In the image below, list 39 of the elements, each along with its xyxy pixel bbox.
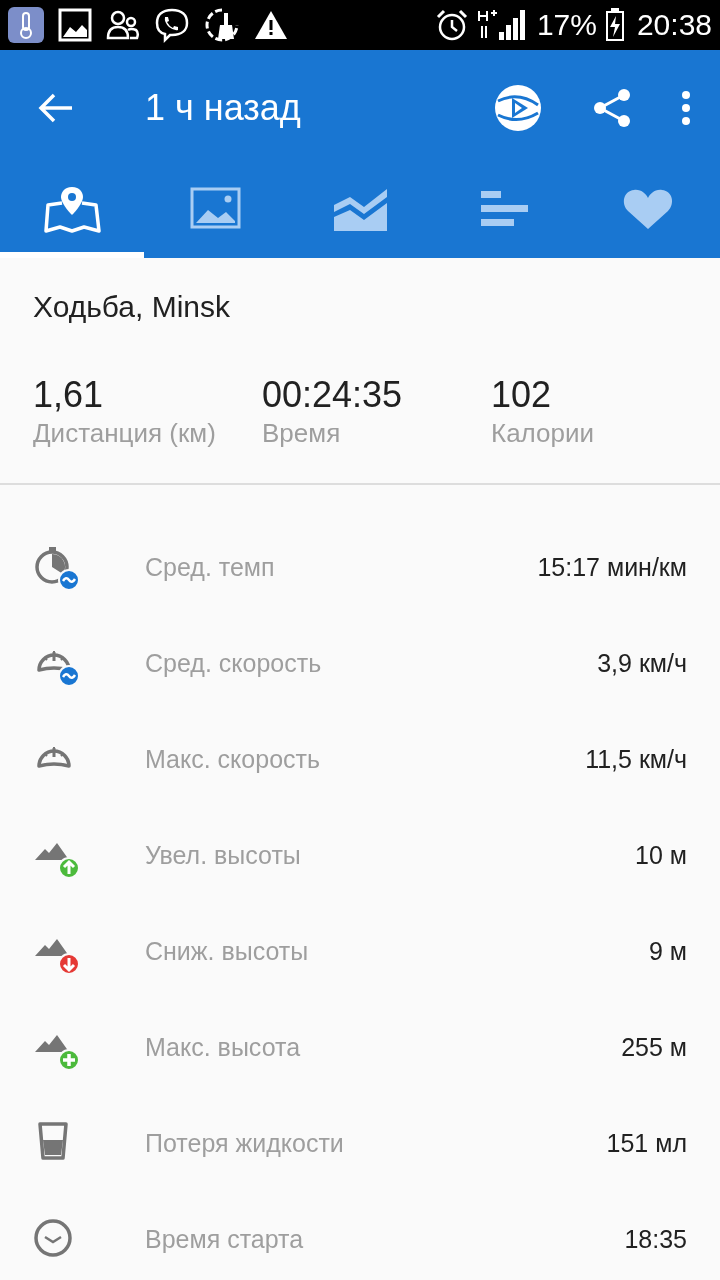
stat-value: 10 м — [635, 840, 687, 872]
stat-value: 255 м — [621, 1032, 687, 1064]
stat-label: Сред. темп — [145, 552, 276, 584]
clock: 20:38 — [636, 10, 712, 40]
stat-value: 18:35 — [624, 1224, 687, 1256]
stat-value: 9 м — [648, 936, 687, 968]
summary-value: 00:24:35 — [262, 372, 404, 417]
stat-label: Макс. скорость — [145, 744, 322, 776]
thermometer-icon — [8, 7, 44, 43]
stat-value: 151 мл — [606, 1128, 687, 1160]
more-icon — [681, 89, 691, 126]
play-globe-icon — [493, 82, 543, 133]
map-pin-icon — [43, 184, 101, 233]
summary-label: Время — [262, 416, 342, 449]
stopwatch-icon — [33, 544, 81, 592]
people-icon — [106, 8, 140, 42]
stat-label: Сниж. высоты — [145, 936, 310, 968]
stat-value: 15:17 мин/км — [537, 552, 687, 584]
summary-value: 102 — [491, 372, 553, 417]
alarm-icon — [434, 8, 469, 42]
image-icon — [58, 8, 92, 42]
activity-title: Ходьба, Minsk — [32, 289, 232, 325]
battery-icon — [604, 8, 625, 42]
warning-icon — [254, 9, 288, 41]
toolbar-title: 1 ч назад — [145, 85, 302, 130]
back-arrow-icon — [38, 91, 74, 124]
stat-label: Сред. скорость — [145, 648, 323, 680]
stat-label: Макс. высота — [145, 1032, 302, 1064]
stat-label: Время старта — [145, 1224, 305, 1256]
battery-percent: 17% — [536, 10, 597, 40]
stat-label: Увел. высоты — [145, 840, 302, 872]
phone-chat-icon — [154, 7, 190, 43]
summary-label: Дистанция (км) — [33, 416, 217, 449]
share-icon — [591, 86, 633, 129]
stat-value: 11,5 км/ч — [585, 744, 687, 776]
stat-value: 3,9 км/ч — [597, 648, 687, 680]
summary-value: 1,61 — [33, 372, 105, 417]
summary-label: Калории — [491, 416, 596, 449]
stat-label: Потеря жидкости — [145, 1128, 345, 1160]
